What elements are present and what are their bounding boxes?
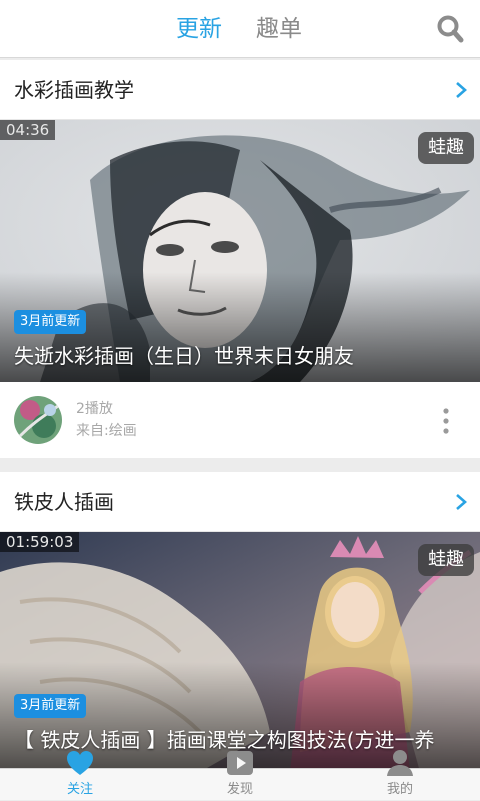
chevron-right-icon[interactable]: [454, 80, 468, 100]
channel-title: 水彩插画教学: [14, 78, 134, 102]
video-meta: 2播放 来自:绘画: [0, 382, 480, 458]
video-thumbnail[interactable]: 04:36 蛙趣 3月前更新 失逝水彩插画（生日）世界末日女朋友: [0, 120, 480, 382]
nav-follow-label: 关注: [66, 782, 93, 797]
user-icon: [387, 750, 413, 776]
nav-me-label: 我的: [386, 782, 413, 797]
video-source: 来自:绘画: [76, 423, 137, 439]
channel-title: 铁皮人插画: [14, 490, 114, 514]
nav-follow[interactable]: 关注: [30, 751, 130, 801]
nav-discover-label: 发现: [226, 782, 253, 797]
nav-me[interactable]: 我的: [350, 750, 450, 801]
top-bar: 更新 趣单: [0, 0, 480, 58]
bottom-nav: 关注 发现 我的: [0, 750, 480, 801]
search-icon[interactable]: [436, 14, 464, 44]
video-title[interactable]: 失逝水彩插画（生日）世界末日女朋友: [14, 342, 354, 370]
channel-header[interactable]: 水彩插画教学: [0, 60, 480, 120]
tab-updates[interactable]: 更新: [176, 14, 222, 44]
channel-card: 铁皮人插画 01:59:03 蛙趣 3月前更新 【 铁皮人插画 】插画课堂之构图…: [0, 472, 480, 768]
video-thumbnail[interactable]: 01:59:03 蛙趣 3月前更新 【 铁皮人插画 】插画课堂之构图技法(方进一…: [0, 532, 480, 768]
feed: 水彩插画教学 04:36 蛙趣 3月前更新 失逝水彩插画（生日）世界末日女朋友 …: [0, 58, 480, 768]
updated-badge: 3月前更新: [14, 310, 87, 334]
video-duration: 01:59:03: [0, 532, 80, 552]
channel-header[interactable]: 铁皮人插画: [0, 472, 480, 532]
channel-card: 水彩插画教学 04:36 蛙趣 3月前更新 失逝水彩插画（生日）世界末日女朋友 …: [0, 60, 480, 458]
video-duration: 04:36: [0, 120, 56, 140]
avatar[interactable]: [14, 396, 62, 444]
chevron-right-icon[interactable]: [454, 492, 468, 512]
more-options-icon[interactable]: [440, 408, 452, 434]
play-count: 2播放: [76, 401, 113, 417]
play-icon: [227, 751, 253, 775]
nav-discover[interactable]: 发现: [190, 751, 290, 801]
brand-badge: 蛙趣: [418, 132, 474, 164]
updated-badge: 3月前更新: [14, 694, 87, 718]
tab-playlists[interactable]: 趣单: [256, 14, 302, 44]
brand-badge: 蛙趣: [418, 544, 474, 576]
heart-icon: [67, 751, 93, 775]
